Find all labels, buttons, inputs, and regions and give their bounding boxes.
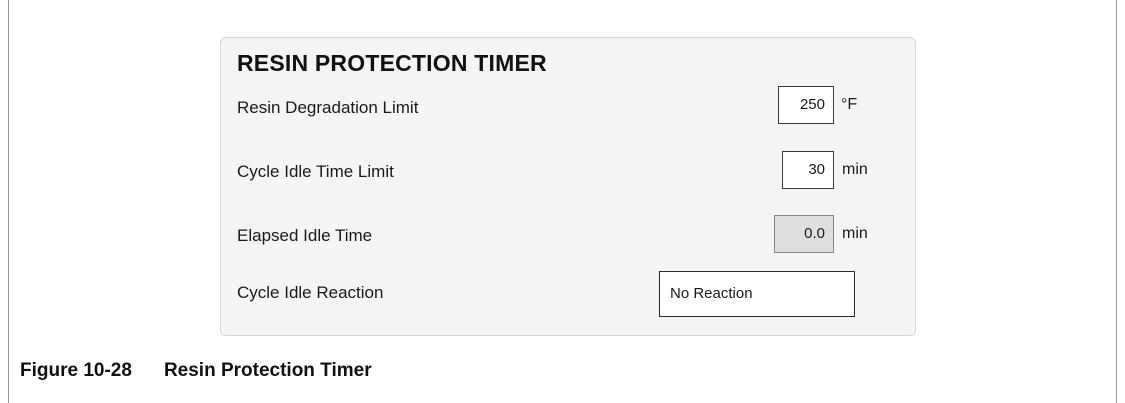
cycle-idle-reaction-label: Cycle Idle Reaction bbox=[237, 283, 384, 302]
elapsed-idle-time-unit: min bbox=[842, 225, 868, 242]
elapsed-idle-time-label: Elapsed Idle Time bbox=[237, 226, 373, 245]
resin-degradation-limit-unit: °F bbox=[841, 96, 858, 113]
cycle-idle-time-limit-unit: min bbox=[842, 161, 868, 178]
resin-protection-timer-panel: RESIN PROTECTION TIMER Resin Degradation… bbox=[220, 37, 916, 336]
figure-title: Resin Protection Timer bbox=[163, 360, 372, 381]
figure-number: Figure 10-28 bbox=[20, 360, 132, 381]
figure-caption: Figure 10-28 Resin Protection Timer bbox=[20, 360, 372, 382]
cycle-idle-time-limit-label: Cycle Idle Time Limit bbox=[237, 162, 394, 181]
panel-title: RESIN PROTECTION TIMER bbox=[237, 50, 547, 76]
elapsed-idle-time-field: 0.0 bbox=[774, 215, 834, 253]
resin-degradation-limit-input[interactable]: 250 bbox=[778, 86, 834, 124]
resin-degradation-limit-label: Resin Degradation Limit bbox=[237, 98, 419, 117]
cycle-idle-reaction-select[interactable]: No Reaction bbox=[659, 271, 855, 317]
cycle-idle-time-limit-input[interactable]: 30 bbox=[782, 151, 834, 189]
